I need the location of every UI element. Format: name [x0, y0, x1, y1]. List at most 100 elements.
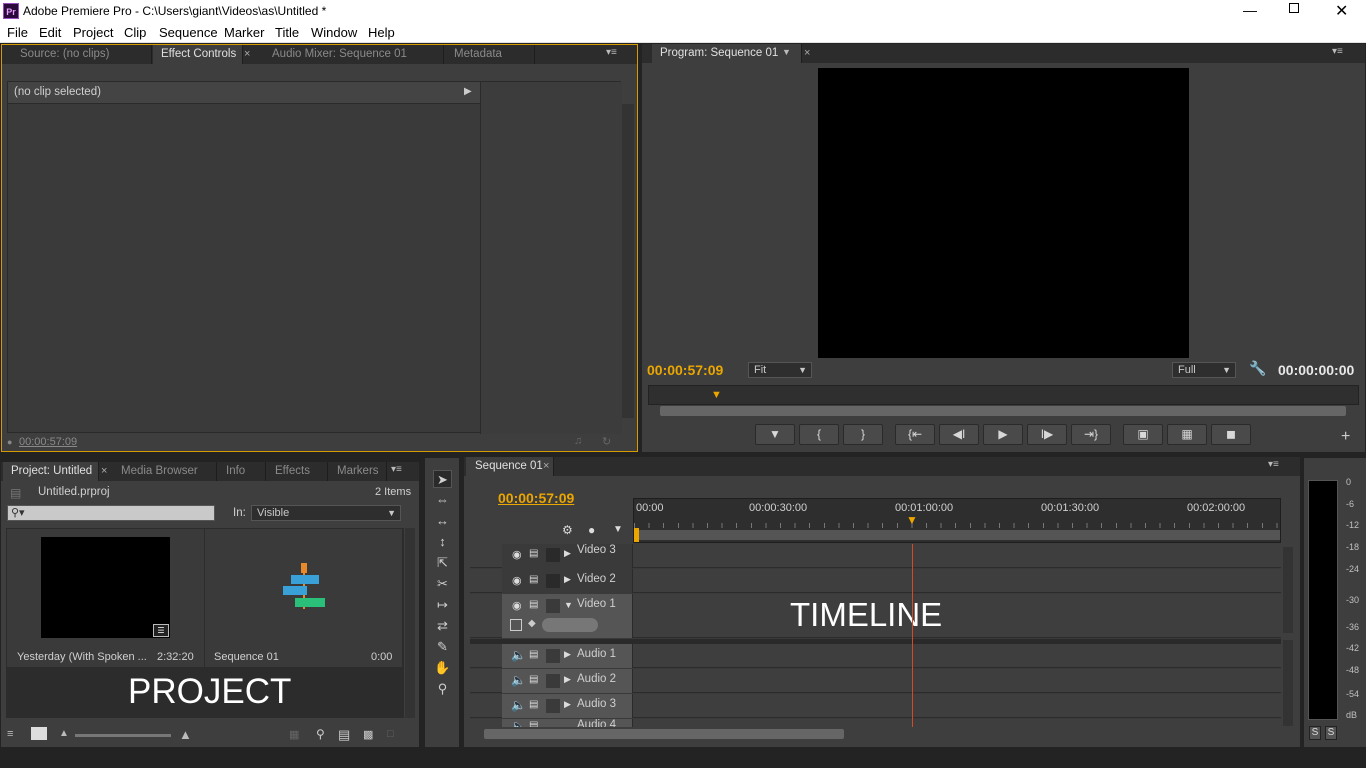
- collapse-arrow-icon[interactable]: ▶: [564, 649, 571, 660]
- play-button[interactable]: ▶: [983, 424, 1023, 445]
- track-audio-4[interactable]: 🔈 ▤ Audio 4: [470, 719, 1281, 727]
- tab-effect-controls[interactable]: Effect Controls: [153, 45, 243, 64]
- close-program-tab-icon[interactable]: ×: [804, 47, 810, 59]
- track-audio-2[interactable]: 🔈 ▤ ▶ Audio 2: [470, 669, 1281, 693]
- zoom-tool-icon[interactable]: ⚲: [433, 680, 452, 698]
- program-dropdown-icon[interactable]: ▼: [782, 47, 791, 57]
- menu-sequence[interactable]: Sequence: [159, 25, 218, 40]
- program-video-frame[interactable]: [818, 68, 1189, 358]
- collapse-arrow-icon[interactable]: ▶: [564, 548, 571, 559]
- menu-marker[interactable]: Marker: [224, 25, 264, 40]
- lock-icon[interactable]: ▤: [529, 599, 538, 610]
- keyframe-icon[interactable]: ◆: [528, 618, 536, 629]
- tab-info[interactable]: Info: [218, 462, 266, 481]
- track-toggle-box[interactable]: [546, 548, 560, 562]
- find-icon[interactable]: ⚲: [316, 727, 325, 741]
- track-audio-3[interactable]: 🔈 ▤ ▶ Audio 3: [470, 694, 1281, 718]
- menu-title[interactable]: Title: [275, 25, 299, 40]
- mark-in-button[interactable]: {: [799, 424, 839, 445]
- program-playhead-icon[interactable]: ▼: [711, 389, 722, 401]
- video-tracks-scrollbar[interactable]: [1283, 547, 1293, 633]
- track-toggle-box[interactable]: [546, 674, 560, 688]
- work-area-start-handle[interactable]: [634, 528, 639, 542]
- new-item-icon[interactable]: ▩: [363, 728, 373, 741]
- project-scrollbar[interactable]: [405, 528, 415, 718]
- timeline-playhead-icon[interactable]: ▼: [906, 513, 918, 527]
- menu-project[interactable]: Project: [73, 25, 113, 40]
- expand-arrow-icon[interactable]: ▼: [564, 600, 573, 610]
- timeline-playhead-line[interactable]: [912, 544, 913, 727]
- tab-markers[interactable]: Markers: [329, 462, 387, 481]
- search-icon[interactable]: ⚲▾: [11, 506, 25, 519]
- timeline-timecode[interactable]: 00:00:57:09: [498, 490, 574, 506]
- lock-icon[interactable]: ▤: [529, 574, 538, 585]
- track-video-1[interactable]: ◉ ▤ ▼ Video 1 ◆ TIMELINE: [470, 594, 1281, 638]
- speaker-icon[interactable]: 🔈: [511, 673, 526, 687]
- vertical-scrollbar[interactable]: [622, 104, 634, 418]
- loop-icon[interactable]: ↻: [602, 435, 611, 448]
- lock-icon[interactable]: ▤: [529, 674, 538, 685]
- menu-edit[interactable]: Edit: [39, 25, 61, 40]
- fit-dropdown[interactable]: Fit ▼: [748, 362, 812, 378]
- lock-icon[interactable]: ▤: [529, 548, 538, 559]
- icon-view-icon[interactable]: [31, 727, 47, 740]
- close-tab-icon[interactable]: ×: [244, 48, 250, 60]
- eye-icon[interactable]: ◉: [512, 548, 522, 561]
- pen-tool-icon[interactable]: ✎: [433, 638, 452, 656]
- slide-tool-icon[interactable]: ⇄: [433, 617, 452, 635]
- display-style-icon[interactable]: [510, 619, 522, 631]
- track-toggle-box[interactable]: [546, 649, 560, 663]
- timeline-panel-menu-icon[interactable]: ▾≡: [1268, 459, 1279, 470]
- step-back-button[interactable]: ◀I: [939, 424, 979, 445]
- rolling-edit-tool-icon[interactable]: ↕: [433, 533, 452, 551]
- ripple-edit-tool-icon[interactable]: ↔: [433, 512, 452, 530]
- export-frame-button[interactable]: ◼: [1211, 424, 1251, 445]
- track-select-tool-icon[interactable]: ⇔: [433, 491, 452, 509]
- timeline-horizontal-scrollbar[interactable]: [484, 729, 844, 739]
- track-toggle-box[interactable]: [546, 599, 560, 613]
- razor-tool-icon[interactable]: ✂: [433, 575, 452, 593]
- lock-icon[interactable]: ▤: [529, 649, 538, 660]
- collapse-arrow-icon[interactable]: ▶: [564, 674, 571, 685]
- tab-source[interactable]: Source: (no clips): [12, 45, 152, 64]
- thumbnail-zoom-slider[interactable]: [75, 734, 171, 737]
- hand-tool-icon[interactable]: ✋: [433, 659, 452, 677]
- new-bin-icon[interactable]: ▤: [338, 727, 350, 743]
- track-video-2[interactable]: ◉ ▤ ▶ Video 2: [470, 569, 1281, 593]
- collapse-arrow-icon[interactable]: ▶: [564, 574, 571, 585]
- menu-clip[interactable]: Clip: [124, 25, 146, 40]
- speaker-icon[interactable]: 🔈: [511, 698, 526, 712]
- in-dropdown[interactable]: Visible ▼: [251, 505, 401, 521]
- tab-sequence-01[interactable]: Sequence 01: [466, 457, 554, 476]
- lift-button[interactable]: ▣: [1123, 424, 1163, 445]
- lock-icon[interactable]: ▤: [529, 699, 538, 710]
- timeline-ruler[interactable]: 00:00 00:00:30:00 00:01:00:00 00:01:30:0…: [633, 498, 1282, 543]
- mark-out-button[interactable]: }: [843, 424, 883, 445]
- project-item-clip[interactable]: ☰ Yesterday (With Spoken ... 2:32:20: [7, 529, 204, 667]
- audio-tracks-scrollbar[interactable]: [1283, 640, 1293, 726]
- add-marker-icon[interactable]: ▼: [613, 524, 623, 535]
- track-toggle-box[interactable]: [546, 699, 560, 713]
- project-search-input[interactable]: ⚲▾: [7, 505, 215, 521]
- tab-metadata[interactable]: Metadata: [445, 45, 535, 64]
- solo-left-button[interactable]: S: [1309, 726, 1321, 740]
- quality-dropdown[interactable]: Full ▼: [1172, 362, 1236, 378]
- tab-media-browser[interactable]: Media Browser: [113, 462, 217, 481]
- add-marker-button[interactable]: ▼: [755, 424, 795, 445]
- wrench-icon[interactable]: 🔧: [1249, 360, 1266, 377]
- step-forward-button[interactable]: I▶: [1027, 424, 1067, 445]
- tab-program[interactable]: Program: Sequence 01: [652, 44, 802, 63]
- menu-window[interactable]: Window: [311, 25, 357, 40]
- project-panel-menu-icon[interactable]: ▾≡: [391, 464, 402, 475]
- program-panel-menu-icon[interactable]: ▾≡: [1332, 46, 1343, 57]
- collapse-arrow-icon[interactable]: ▶: [564, 699, 571, 710]
- rate-stretch-tool-icon[interactable]: ⇱: [433, 554, 452, 572]
- close-window-icon[interactable]: ✕: [1335, 1, 1348, 21]
- go-to-in-button[interactable]: {⇤: [895, 424, 935, 445]
- program-zoom-scrollbar[interactable]: [660, 406, 1346, 416]
- expand-arrow-icon[interactable]: ▶: [464, 86, 472, 97]
- trash-icon[interactable]: □: [387, 728, 394, 740]
- slip-tool-icon[interactable]: ↦: [433, 596, 452, 614]
- menu-help[interactable]: Help: [368, 25, 395, 40]
- tab-audio-mixer[interactable]: Audio Mixer: Sequence 01: [264, 45, 444, 64]
